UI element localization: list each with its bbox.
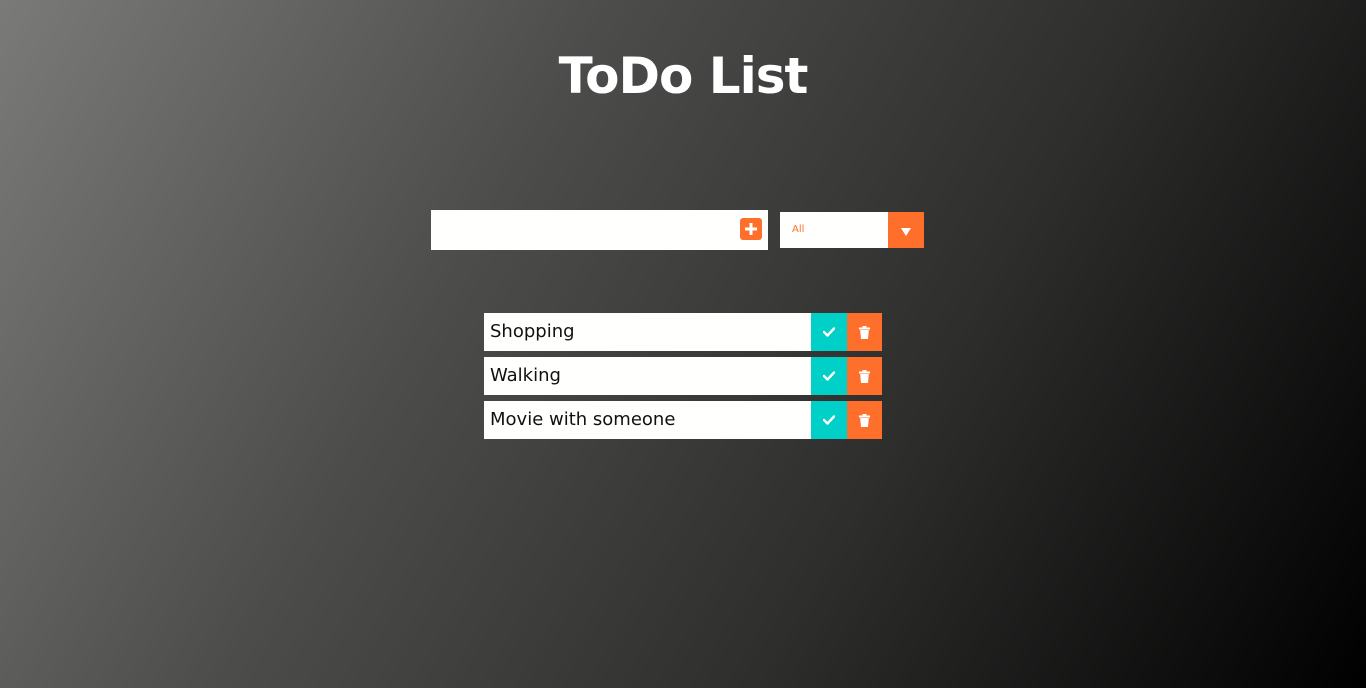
trash-icon — [859, 369, 870, 383]
plus-square-icon — [745, 223, 757, 235]
filter-selected-value: All — [792, 224, 805, 235]
todo-text: Shopping — [490, 321, 575, 342]
todo-item: Shopping — [484, 313, 882, 351]
delete-button[interactable] — [847, 357, 882, 395]
check-icon — [823, 415, 835, 425]
todo-list: Shopping Walking Movie with someone — [484, 313, 882, 445]
trash-icon — [859, 413, 870, 427]
delete-button[interactable] — [847, 401, 882, 439]
filter-select[interactable]: All — [780, 212, 924, 248]
complete-button[interactable] — [811, 313, 847, 351]
trash-icon — [859, 325, 870, 339]
todo-input[interactable] — [431, 210, 731, 250]
todo-item: Movie with someone — [484, 401, 882, 439]
filter-dropdown-button[interactable] — [888, 212, 924, 248]
delete-button[interactable] — [847, 313, 882, 351]
check-icon — [823, 371, 835, 381]
todo-text: Movie with someone — [490, 409, 676, 430]
todo-item: Walking — [484, 357, 882, 395]
todo-text: Walking — [490, 365, 561, 386]
complete-button[interactable] — [811, 401, 847, 439]
add-todo-button[interactable] — [740, 218, 762, 240]
todo-form — [431, 210, 768, 250]
page-title: ToDo List — [558, 47, 809, 105]
complete-button[interactable] — [811, 357, 847, 395]
caret-down-icon — [901, 228, 911, 236]
check-icon — [823, 327, 835, 337]
